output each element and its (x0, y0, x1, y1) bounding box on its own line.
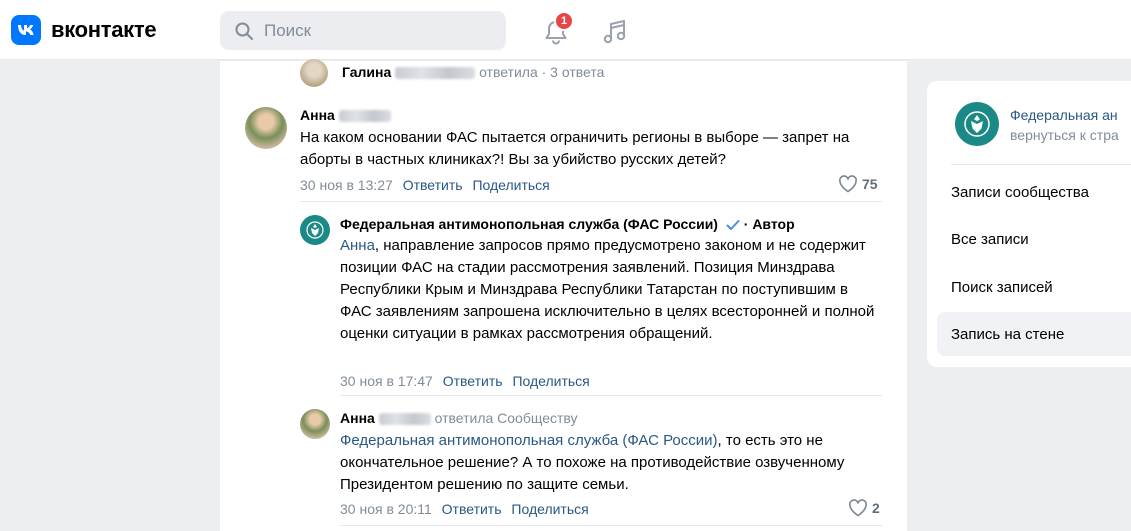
share-button[interactable]: Поделиться (472, 177, 549, 193)
avatar[interactable] (300, 215, 330, 245)
like-count: 2 (872, 500, 880, 516)
author-name[interactable]: Анна (340, 410, 375, 426)
sidebar-item-label: Все записи (951, 230, 1029, 248)
verified-icon (726, 220, 740, 231)
divider (340, 395, 882, 396)
thread-reply-summary[interactable]: Галина ответила · 3 ответа (342, 64, 604, 80)
fas-emblem-icon (964, 111, 990, 137)
avatar[interactable] (245, 107, 287, 149)
comments-feed: Галина ответила · 3 ответа Анна На каком… (220, 59, 907, 531)
comment-date[interactable]: 30 ноя в 13:27 (300, 177, 393, 193)
like-button[interactable]: 2 (848, 499, 880, 517)
wall-navigation: Федеральная ан вернуться к стра Записи с… (927, 81, 1131, 367)
sidebar-item-community-posts[interactable]: Записи сообщества (937, 170, 1131, 214)
redacted-surname (338, 110, 391, 123)
heart-icon (849, 499, 867, 517)
fas-emblem-icon (306, 221, 324, 239)
comment-header: Анна ответила Сообществу (340, 410, 578, 426)
mention-link[interactable]: Федеральная антимонопольная служба (ФАС … (340, 432, 718, 449)
share-button[interactable]: Поделиться (512, 373, 589, 389)
sidebar-item-wall-post[interactable]: Запись на стене (937, 312, 1131, 356)
heart-icon (839, 175, 857, 193)
community-name[interactable]: Федеральная ан (1010, 107, 1118, 123)
notifications-badge: 1 (554, 11, 574, 31)
search-input[interactable] (264, 20, 484, 41)
sidebar-item-label: Записи сообщества (951, 183, 1089, 201)
redacted-surname (395, 67, 476, 80)
author-badge: · Автор (743, 216, 795, 232)
reply-target[interactable]: ответила Сообществу (435, 410, 578, 426)
author-name[interactable]: Федеральная антимонопольная служба (ФАС … (340, 216, 718, 232)
reply-button[interactable]: Ответить (442, 501, 502, 517)
mention-link[interactable]: Анна (340, 237, 375, 254)
divider (951, 164, 1131, 165)
avatar[interactable] (300, 409, 330, 439)
comment-body: , направление запросов прямо предусмотре… (340, 237, 875, 342)
search-bar[interactable] (220, 11, 506, 50)
avatar[interactable] (300, 59, 328, 87)
like-count: 75 (862, 176, 878, 192)
reply-summary: ответила · 3 ответа (479, 64, 605, 80)
sidebar-item-label: Поиск записей (951, 278, 1053, 296)
comment-date[interactable]: 30 ноя в 20:11 (340, 501, 432, 517)
comment-meta: 30 ноя в 13:27 Ответить Поделиться (300, 177, 550, 193)
share-button[interactable]: Поделиться (511, 501, 588, 517)
comment-date[interactable]: 30 ноя в 17:47 (340, 373, 433, 389)
vk-logo[interactable]: вконтакте (11, 15, 157, 45)
sidebar-item-label: Запись на стене (951, 325, 1065, 343)
sidebar-item-all-posts[interactable]: Все записи (937, 217, 1131, 261)
comment-header: Анна (300, 107, 391, 123)
like-button[interactable]: 75 (838, 175, 878, 193)
back-to-page-link[interactable]: вернуться к стра (1010, 127, 1119, 143)
vk-logo-text: вконтакте (51, 17, 157, 42)
search-icon (235, 22, 253, 40)
reply-button[interactable]: Ответить (443, 373, 503, 389)
comment-text: На каком основании ФАС пытается ограничи… (300, 129, 850, 168)
author-name[interactable]: Анна (300, 107, 335, 123)
avatar[interactable] (955, 102, 999, 146)
comment-text: Федеральная антимонопольная служба (ФАС … (340, 430, 880, 496)
community-link[interactable]: Федеральная ан вернуться к стра (927, 81, 1131, 165)
author-name[interactable]: Галина (342, 64, 391, 80)
music-icon[interactable] (602, 18, 628, 46)
comment-header: Федеральная антимонопольная служба (ФАС … (340, 216, 795, 232)
redacted-surname (378, 413, 431, 426)
divider (340, 525, 882, 526)
vk-logo-icon (11, 15, 41, 45)
sidebar-item-search-posts[interactable]: Поиск записей (937, 265, 1131, 309)
comment-meta: 30 ноя в 17:47 Ответить Поделиться (340, 373, 590, 389)
divider (300, 201, 882, 202)
reply-button[interactable]: Ответить (403, 177, 463, 193)
top-bar: вконтакте 1 (0, 0, 1131, 60)
comment-meta: 30 ноя в 20:11 Ответить Поделиться (340, 501, 589, 517)
comment-text: Анна, направление запросов прямо предусм… (340, 235, 880, 345)
